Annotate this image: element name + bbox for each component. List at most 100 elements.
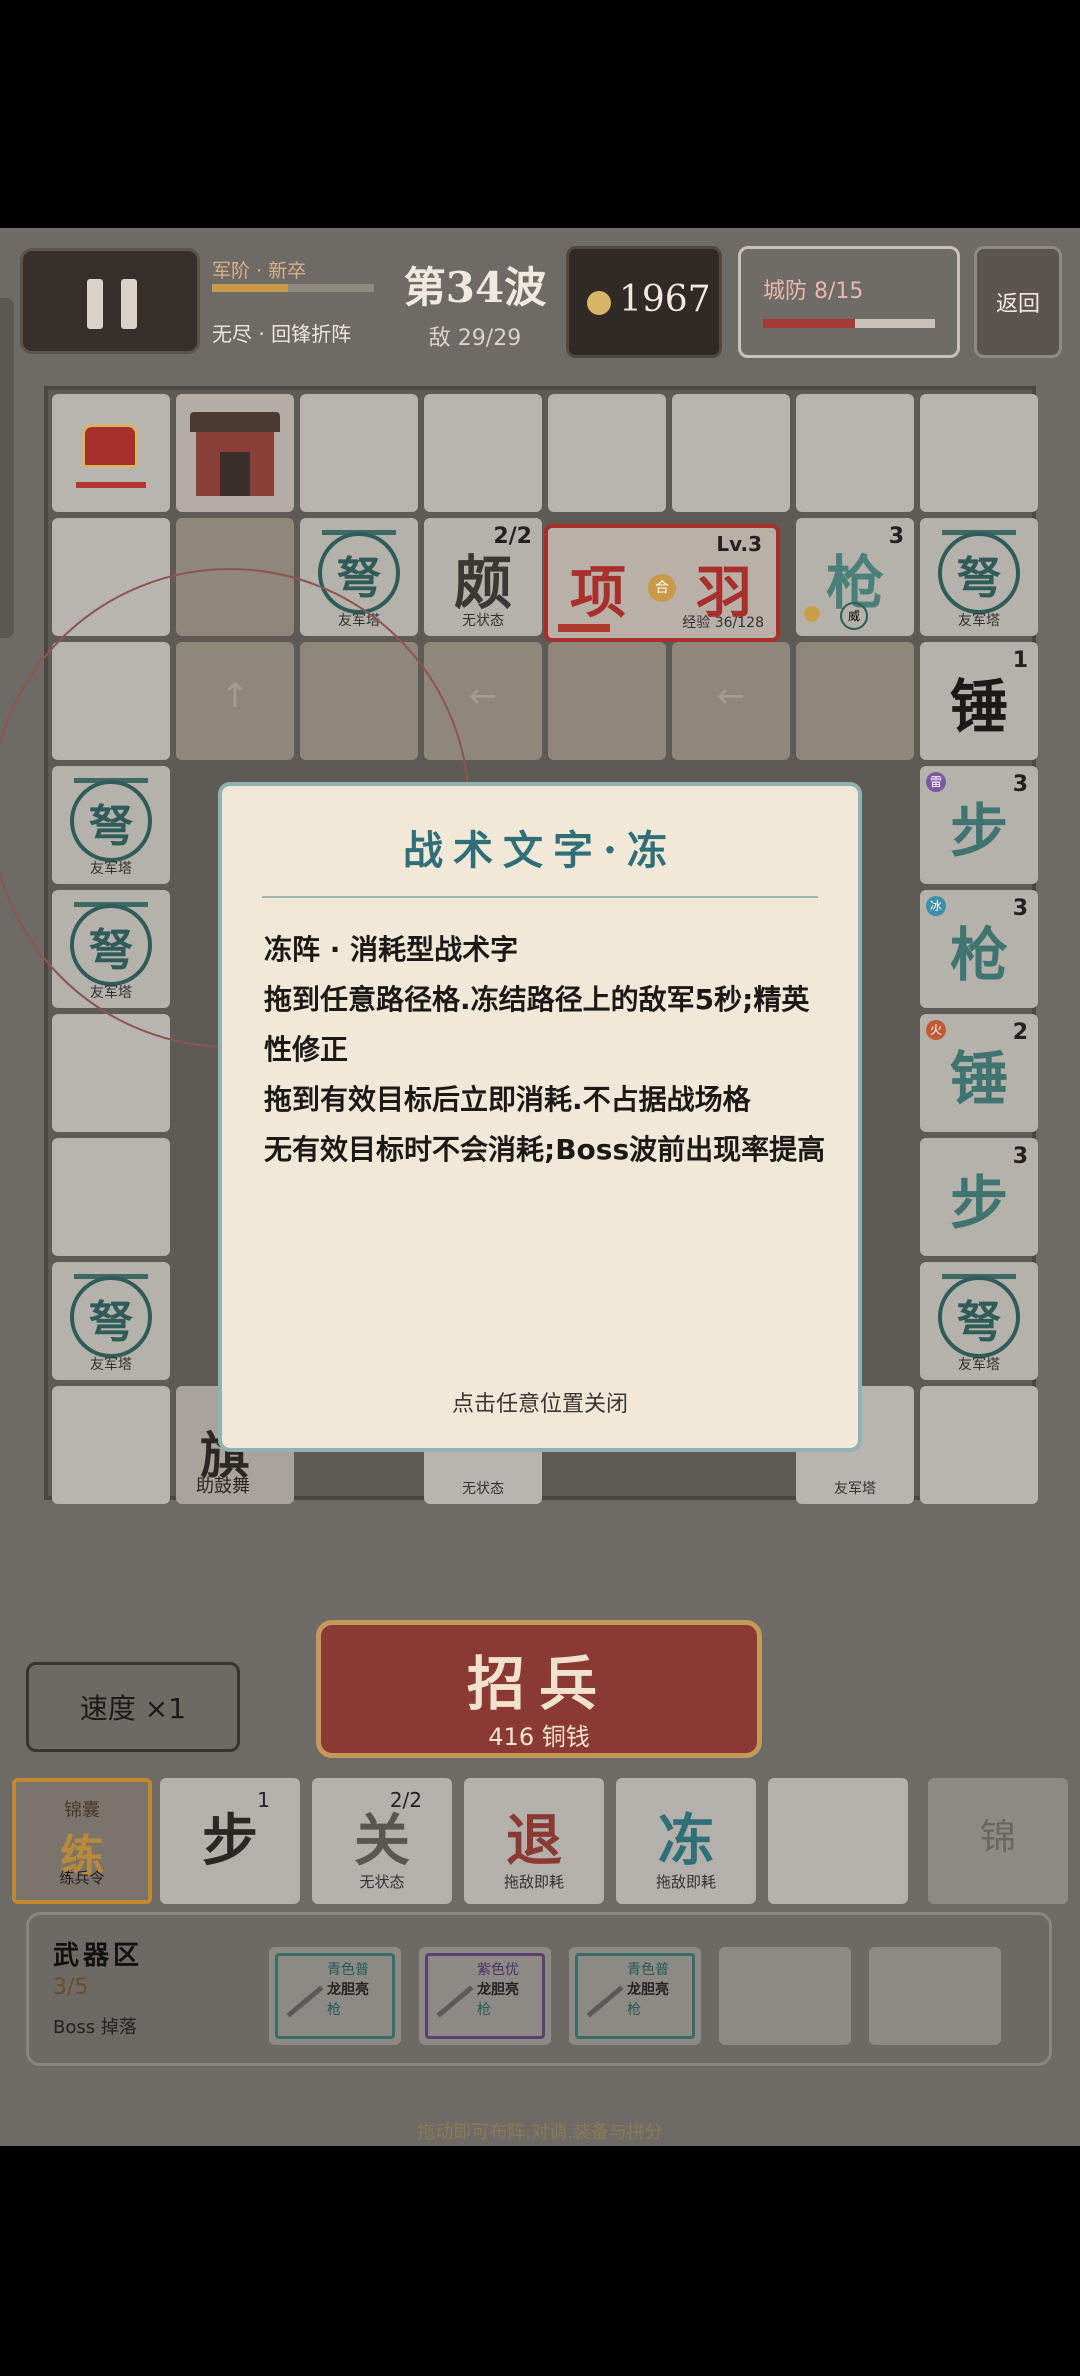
tower-label: 友军塔 [958,613,1000,629]
board-cell[interactable] [548,394,666,512]
weapon-type: 枪 [627,2002,641,2018]
pause-icon-bar [121,279,137,329]
modal-line: 拖到有效目标后立即消耗.不占据战场格 [264,1083,751,1116]
unit-status: 无状态 [462,1481,504,1497]
recruit-button[interactable]: 招兵 416 铜钱 [316,1620,762,1758]
hand-card[interactable]: 2/2 关 无状态 [312,1778,452,1904]
hand-card-strategy[interactable]: 锦囊 练 练兵令 [12,1778,152,1904]
card-glyph: 锦 [979,1817,1016,1858]
board-cell[interactable] [920,394,1038,512]
weapon-quality: 紫色优 [477,1962,519,1978]
unit-hammer-fire[interactable]: 火 2 锤 [920,1014,1038,1132]
board-cell[interactable] [300,394,418,512]
weapon-type: 枪 [327,2002,341,2018]
defense-bar [763,319,935,328]
hand-card[interactable]: 1 步 [160,1778,300,1904]
return-button[interactable]: 返回 [974,246,1062,358]
modal-line: 无有效目标时不会消耗;Boss波前出现率提高 [264,1133,826,1166]
card-sub: 拖敌即耗 [503,1873,564,1891]
boss-hp-bar [558,624,610,632]
crossbow-tower[interactable]: 弩 友军塔 [920,1262,1038,1380]
boss-xp: 经验 36/128 [682,615,764,631]
side-drawer-handle[interactable] [0,298,14,638]
mode-label: 无尽 · 回锋折阵 [212,322,352,346]
speed-button[interactable]: 速度 ×1 [26,1662,240,1752]
enemy-count: 敌 29/29 [428,326,522,351]
weapon-panel: 武器区 3/5 Boss 掉落 青色普 龙胆亮 枪 紫色优 龙胆亮 枪 青色普 … [26,1912,1052,2066]
weapon-drop-source: Boss 掉落 [53,2017,137,2038]
card-glyph: 步 [202,1808,258,1874]
board-cell[interactable] [424,394,542,512]
path-cell[interactable] [796,642,914,760]
modal-title: 战术文字·冻 [403,827,677,874]
hand-card-strategy-slot[interactable]: 锦 [928,1778,1068,1904]
treasure-chest-icon[interactable] [82,424,138,468]
unit-spear-ice[interactable]: 冰 3 枪 [920,890,1038,1008]
unit-spear[interactable]: 3 枪 威 [796,518,914,636]
modal-line: 性修正 [264,1033,349,1066]
board-cell[interactable] [672,394,790,512]
pause-icon [87,279,103,329]
boss-unit-xiangyu[interactable]: 项 合 羽 Lv.3 经验 36/128 [544,524,780,642]
card-glyph: 关 [354,1808,410,1874]
modal-close-hint[interactable]: 点击任意位置关闭 [222,1386,858,1418]
path-cell[interactable]: ← [672,642,790,760]
unit-step[interactable]: 雷 3 步 [920,766,1038,884]
board-cell[interactable] [176,394,294,512]
board-cell[interactable] [52,1138,170,1256]
city-defense: 城防 8/15 [738,246,960,358]
crossbow-tower[interactable]: 弩 友军塔 [52,1262,170,1380]
weapon-count: 3/5 [53,1975,89,2000]
recruit-cost: 416 铜钱 [488,1723,590,1751]
weapon-slot-empty[interactable] [719,1947,851,2045]
unit-step[interactable]: 3 步 [920,1138,1038,1256]
card-glyph: 退 [506,1808,562,1874]
path-cell[interactable] [548,642,666,760]
board-cell[interactable] [52,1386,170,1504]
card-type: 锦囊 [64,1800,100,1821]
hand-card-freeze[interactable]: 冻 拖敌即耗 [616,1778,756,1904]
chest-bar [76,482,146,488]
hand-card[interactable]: 退 拖敌即耗 [464,1778,604,1904]
hand-card-empty[interactable] [768,1778,908,1904]
weapon-quality: 青色普 [627,1962,669,1978]
defense-label: 城防 8/15 [763,279,864,304]
crossbow-tower[interactable]: 弩 友军塔 [920,518,1038,636]
weapon-slot-empty[interactable] [869,1947,1001,2045]
game-screen: 军阶 · 新卒 无尽 · 回锋折阵 第34波 敌 29/29 1967 城防 8… [0,228,1080,2146]
pause-button[interactable] [20,248,200,354]
coin-icon [587,291,611,315]
city-gate-icon [190,412,280,432]
tower-label: 友军塔 [90,1357,132,1373]
board-cell[interactable] [52,394,170,512]
card-sub: 无状态 [359,1873,405,1891]
weapon-slot[interactable]: 青色普 龙胆亮 枪 [569,1947,701,2045]
card-glyph: 冻 [658,1808,714,1874]
modal-divider [262,896,818,898]
unit-glyph: 锤 [949,673,1008,741]
unit-glyph: 步 [949,1169,1008,1237]
card-sub: 拖敌即耗 [655,1873,716,1891]
tactic-info-modal[interactable]: 战术文字·冻 冻阵 · 消耗型战术字 拖到任意路径格.冻结路径上的敌军5秒;精英… [218,782,862,1452]
weapon-slot[interactable]: 紫色优 龙胆亮 枪 [419,1947,551,2045]
weapon-slot[interactable]: 青色普 龙胆亮 枪 [269,1947,401,2045]
weapon-panel-title: 武器区 [53,1941,144,1971]
gold-dot-icon [804,606,820,622]
tower-glyph: 弩 [957,1297,1001,1348]
rank-label: 军阶 · 新卒 [212,260,307,282]
board-cell[interactable] [920,1386,1038,1504]
board-cell[interactable] [796,394,914,512]
modal-line: 冻阵 · 消耗型战术字 [264,933,519,966]
weapon-name: 龙胆亮 [477,1982,519,1998]
coin-value: 1967 [619,279,711,320]
card-sub: 练兵令 [59,1869,105,1887]
banner-sub: 助鼓舞 [196,1476,250,1497]
coin-counter: 1967 [566,246,722,358]
modal-line: 拖到任意路径格.冻结路径上的敌军5秒;精英 [264,983,810,1016]
unit-glyph: 颇 [453,549,512,617]
tower-glyph: 弩 [89,1297,133,1348]
unit-frequency[interactable]: 2/2 颇 无状态 [424,518,542,636]
tower-glyph: 弩 [957,553,1001,604]
weapon-name: 龙胆亮 [327,1982,369,1998]
unit-hammer[interactable]: 1 锤 [920,642,1038,760]
